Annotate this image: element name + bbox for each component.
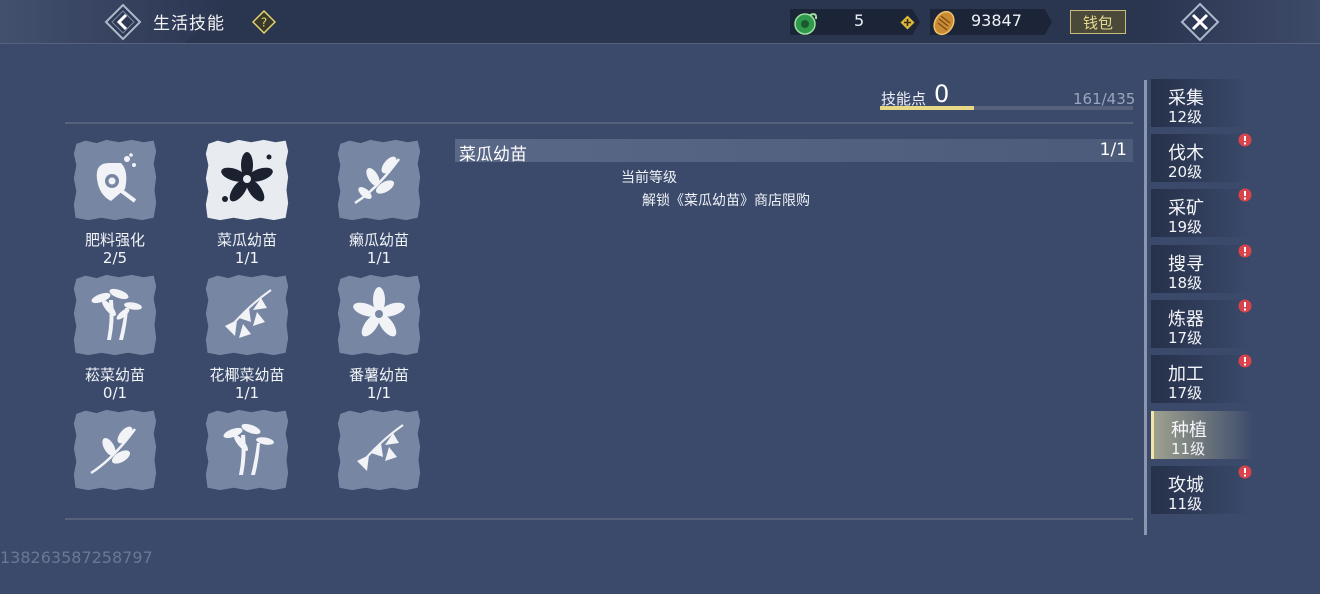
tab-level: 12级	[1168, 108, 1203, 126]
flower-icon	[353, 287, 405, 337]
skill-card[interactable]: 癞瓜幼苗 1/1	[329, 130, 429, 267]
tab-level: 19级	[1168, 218, 1203, 236]
tab-level: 18级	[1168, 274, 1203, 292]
skill-effect-text: 解锁《菜瓜幼苗》商店限购	[642, 193, 810, 209]
palm-icon	[223, 423, 274, 475]
alert-icon	[1238, 244, 1252, 258]
skill-icon-frame	[337, 139, 421, 221]
skill-progress-bar	[880, 106, 1133, 110]
jade-icon	[794, 13, 818, 35]
skill-card[interactable]: 花椰菜幼苗 1/1	[197, 265, 297, 402]
tab-level: 20级	[1168, 163, 1203, 181]
skill-icon-frame	[73, 139, 157, 221]
fertilizer-icon	[96, 153, 137, 203]
tab-level: 11级	[1171, 440, 1206, 458]
alert-icon	[1238, 465, 1252, 479]
skill-card-selected[interactable]: 菜瓜幼苗 1/1	[197, 130, 297, 267]
leafy-sprout-icon	[90, 426, 137, 475]
top-bar: 生活技能 ? 5 93847 钱包	[0, 0, 1320, 44]
tab-mining[interactable]: 采矿 19级	[1151, 188, 1252, 237]
tab-level: 11级	[1168, 495, 1203, 513]
skill-card[interactable]: 番薯幼苗 1/1	[329, 265, 429, 402]
current-level-label: 当前等级	[621, 170, 677, 186]
skill-icon-frame	[73, 409, 157, 491]
tab-refining[interactable]: 炼器 17级	[1151, 299, 1252, 348]
page-title: 生活技能	[153, 14, 225, 34]
skill-icon-frame	[337, 409, 421, 491]
skill-detail-level: 1/1	[1099, 140, 1127, 160]
ginkgo-sprout-icon	[225, 289, 272, 338]
wallet-button[interactable]: 钱包	[1070, 10, 1126, 34]
skill-grid[interactable]: 肥料强化 2/5 菜瓜幼苗 1/1 癞瓜幼苗 1/1 菘菜幼苗 0/1 花椰菜幼…	[65, 130, 445, 512]
back-arrow-icon	[104, 3, 142, 41]
close-button[interactable]	[1180, 2, 1220, 42]
skill-card[interactable]	[329, 400, 429, 512]
tab-level: 17级	[1168, 384, 1203, 402]
skill-name: 番薯幼苗	[348, 366, 409, 384]
leafy-sprout-icon	[354, 156, 401, 205]
tab-divider	[1144, 80, 1147, 535]
skill-name: 肥料强化	[84, 231, 145, 249]
skill-icon-frame	[337, 274, 421, 356]
tab-gather[interactable]: 采集 12级	[1151, 79, 1251, 127]
alert-icon	[1238, 188, 1252, 202]
skill-card[interactable]	[197, 400, 297, 512]
skill-name: 菘菜幼苗	[84, 366, 145, 384]
help-button[interactable]: ?	[251, 9, 277, 35]
alert-icon	[1238, 133, 1252, 147]
skill-card[interactable]	[65, 400, 165, 512]
flower-icon	[221, 152, 273, 202]
skill-icon-frame	[205, 139, 289, 221]
help-icon: ?	[251, 9, 277, 35]
alert-icon	[1238, 299, 1252, 313]
skill-progress-fill	[880, 106, 974, 110]
skill-detail-title: 菜瓜幼苗	[459, 145, 527, 165]
tab-siege[interactable]: 攻城 11级	[1151, 465, 1252, 514]
svg-text:?: ?	[261, 16, 267, 30]
skill-icon-frame	[73, 274, 157, 356]
add-currency-icon[interactable]	[900, 15, 915, 30]
skill-card[interactable]: 菘菜幼苗 0/1	[65, 265, 165, 402]
skill-name: 花椰菜幼苗	[209, 366, 285, 384]
tab-search[interactable]: 搜寻 18级	[1151, 244, 1252, 293]
jade-count: 5	[854, 11, 865, 30]
skill-points-value: 0	[934, 80, 950, 108]
tab-logging[interactable]: 伐木 20级	[1151, 133, 1252, 182]
skill-icon-frame	[205, 409, 289, 491]
header-ornament-right	[1145, 0, 1320, 43]
divider-top	[65, 122, 1133, 124]
skill-detail-header: 菜瓜幼苗 1/1	[455, 139, 1133, 165]
back-button[interactable]	[104, 3, 142, 41]
skill-name: 菜瓜幼苗	[216, 231, 277, 249]
tab-planting[interactable]: 种植 11级	[1151, 411, 1254, 459]
close-icon	[1180, 2, 1220, 42]
divider-bottom	[65, 518, 1133, 520]
tab-processing[interactable]: 加工 17级	[1151, 354, 1252, 403]
coin-count: 93847	[971, 11, 1022, 30]
skill-icon-frame	[205, 274, 289, 356]
skill-card[interactable]: 肥料强化 2/5	[65, 130, 165, 267]
ginkgo-sprout-icon	[357, 424, 404, 471]
palm-icon	[91, 288, 142, 340]
coin-icon	[933, 10, 955, 36]
tab-level: 17级	[1168, 329, 1203, 347]
skill-name: 癞瓜幼苗	[348, 231, 409, 249]
player-uid: 138263587258797	[0, 548, 153, 567]
alert-icon	[1238, 354, 1252, 368]
